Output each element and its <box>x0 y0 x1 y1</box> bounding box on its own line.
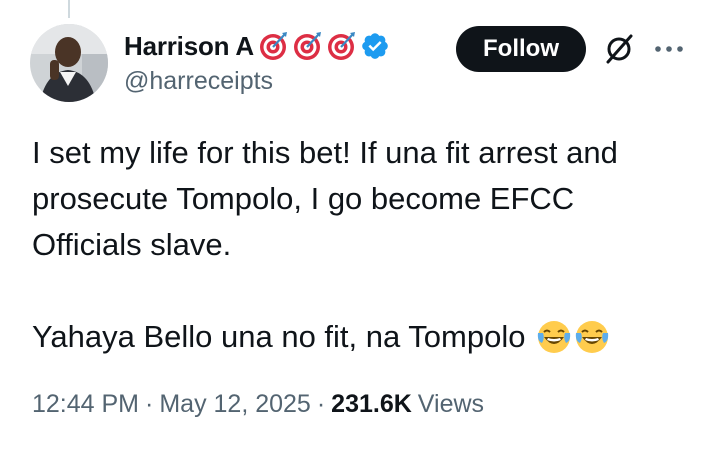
tweet-metadata: 12:44 PM · May 12, 2025 · 231.6K Views <box>32 390 484 419</box>
tweet-text: I set my life for this bet! If una fit a… <box>32 130 692 360</box>
meta-separator: · <box>145 390 154 418</box>
laughing-crying-icon <box>536 319 572 355</box>
target-icon <box>258 31 288 61</box>
grok-icon[interactable] <box>602 32 636 66</box>
tweet-paragraph: I set my life for this bet! If una fit a… <box>32 135 618 262</box>
meta-separator: · <box>316 390 326 418</box>
views-count[interactable]: 231.6K <box>331 390 412 419</box>
verified-badge-icon[interactable] <box>360 31 390 61</box>
more-options-icon[interactable] <box>652 36 686 62</box>
laughing-crying-icon <box>574 319 610 355</box>
thread-connector-line <box>68 0 70 18</box>
target-icon <box>326 31 356 61</box>
user-name-row: Harrison A <box>124 28 390 64</box>
target-icon <box>292 31 322 61</box>
user-handle[interactable]: @harreceipts <box>124 67 273 96</box>
tweet-date[interactable]: May 12, 2025 <box>159 390 311 419</box>
views-label: Views <box>417 390 485 418</box>
tweet-paragraph-text: Yahaya Bello una no fit, na Tompolo <box>32 319 526 354</box>
follow-button[interactable]: Follow <box>456 26 586 72</box>
tweet-time[interactable]: 12:44 PM <box>32 390 139 419</box>
tweet-paragraph: Yahaya Bello una no fit, na Tompolo <box>32 314 692 360</box>
display-name[interactable]: Harrison A <box>124 31 254 62</box>
avatar[interactable] <box>30 24 108 102</box>
